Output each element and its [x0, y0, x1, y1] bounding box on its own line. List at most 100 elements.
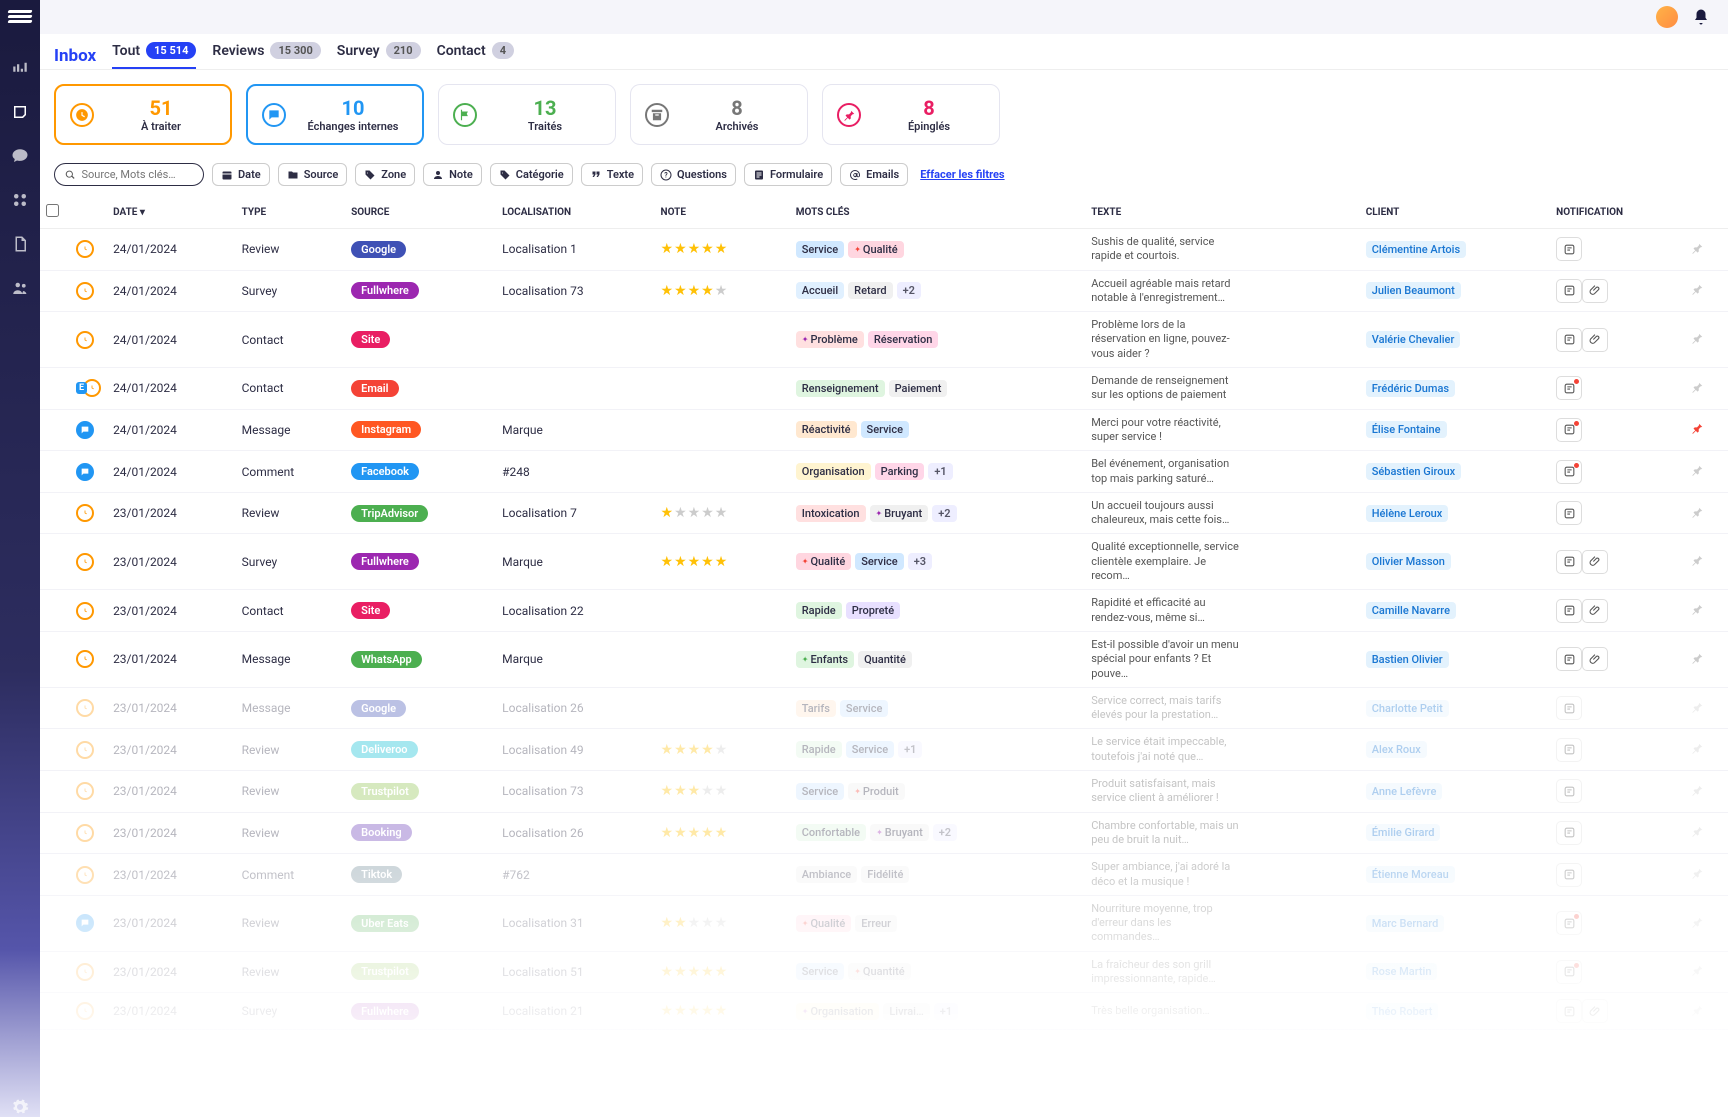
note-button[interactable]: [1556, 418, 1582, 442]
table-row[interactable]: 24/01/2024 Contact Site ✦ProblèmeRéserva…: [40, 312, 1728, 368]
note-button[interactable]: [1556, 328, 1582, 352]
more-tags[interactable]: +1: [928, 463, 952, 480]
note-button[interactable]: [1556, 960, 1582, 984]
keyword-tag[interactable]: Service: [796, 241, 844, 258]
filter-formulaire[interactable]: Formulaire: [744, 163, 832, 186]
keyword-tag[interactable]: Service: [796, 783, 844, 800]
column-header[interactable]: NOTE: [655, 196, 790, 229]
nav-chat-icon[interactable]: [10, 146, 30, 166]
note-button[interactable]: [1556, 279, 1582, 303]
filter-date[interactable]: Date: [212, 163, 270, 186]
client-chip[interactable]: Bastien Olivier: [1366, 651, 1449, 668]
client-chip[interactable]: Marc Bernard: [1366, 915, 1445, 932]
table-row[interactable]: E 24/01/2024 Contact Email Renseignement…: [40, 368, 1728, 410]
card-archivés[interactable]: 8Archivés: [630, 84, 808, 145]
client-chip[interactable]: Julien Beaumont: [1366, 282, 1461, 299]
pin-icon[interactable]: [1690, 963, 1704, 977]
filter-catégorie[interactable]: Catégorie: [490, 163, 573, 186]
keyword-tag[interactable]: Ambiance: [796, 866, 857, 883]
note-button[interactable]: [1556, 460, 1582, 484]
keyword-tag[interactable]: Tarifs: [796, 700, 836, 717]
source-pill[interactable]: Fullwhere: [351, 282, 419, 299]
source-pill[interactable]: TripAdvisor: [351, 505, 428, 522]
more-tags[interactable]: +2: [932, 505, 956, 522]
source-pill[interactable]: Fullwhere: [351, 1003, 419, 1020]
pin-icon[interactable]: [1690, 463, 1704, 477]
nav-users-icon[interactable]: [10, 278, 30, 298]
source-pill[interactable]: WhatsApp: [351, 651, 422, 668]
pin-icon[interactable]: [1690, 783, 1704, 797]
table-row[interactable]: 23/01/2024 Survey Fullwhere Marque ★★★★★…: [40, 534, 1728, 590]
tab-reviews[interactable]: Reviews15 300: [212, 42, 320, 69]
client-chip[interactable]: Rose Martin: [1366, 963, 1438, 980]
note-button[interactable]: [1556, 599, 1582, 623]
source-pill[interactable]: Trustpilot: [351, 963, 419, 980]
source-pill[interactable]: Booking: [351, 824, 412, 841]
source-pill[interactable]: Google: [351, 700, 406, 717]
search-input-wrapper[interactable]: [54, 163, 204, 186]
table-row[interactable]: 23/01/2024 Message WhatsApp Marque ✦Enfa…: [40, 631, 1728, 687]
keyword-tag[interactable]: Rapide: [796, 741, 842, 758]
keyword-tag[interactable]: Paiement: [889, 380, 948, 397]
keyword-tag[interactable]: ✦Produit: [848, 783, 905, 800]
keyword-tag[interactable]: Quantité: [858, 651, 912, 668]
keyword-tag[interactable]: ✦Organisation: [796, 1003, 880, 1020]
client-chip[interactable]: Sébastien Giroux: [1366, 463, 1461, 480]
attachment-button[interactable]: [1582, 279, 1608, 303]
column-header[interactable]: SOURCE: [345, 196, 496, 229]
pin-icon[interactable]: [1690, 700, 1704, 714]
client-chip[interactable]: Frédéric Dumas: [1366, 380, 1455, 397]
source-pill[interactable]: Facebook: [351, 463, 419, 480]
pin-icon[interactable]: [1690, 505, 1704, 519]
tab-contact[interactable]: Contact4: [437, 42, 514, 69]
note-button[interactable]: [1556, 696, 1582, 720]
more-tags[interactable]: +2: [933, 824, 957, 841]
column-header[interactable]: CLIENT: [1360, 196, 1550, 229]
keyword-tag[interactable]: Retard: [848, 282, 892, 299]
column-header[interactable]: NOTIFICATION: [1550, 196, 1684, 229]
client-chip[interactable]: Anne Lefèvre: [1366, 783, 1443, 800]
source-pill[interactable]: Site: [351, 331, 390, 348]
client-chip[interactable]: Valérie Chevalier: [1366, 331, 1461, 348]
keyword-tag[interactable]: Livrai…: [883, 1003, 929, 1020]
pin-icon[interactable]: [1690, 741, 1704, 755]
keyword-tag[interactable]: Rapide: [796, 602, 842, 619]
client-chip[interactable]: Étienne Moreau: [1366, 866, 1455, 883]
note-button[interactable]: [1556, 911, 1582, 935]
select-all-checkbox[interactable]: [46, 204, 59, 217]
note-button[interactable]: [1556, 999, 1582, 1023]
source-pill[interactable]: Deliveroo: [351, 741, 417, 758]
card-épinglés[interactable]: 8Épinglés: [822, 84, 1000, 145]
table-row[interactable]: 23/01/2024 Review Uber Eats Localisation…: [40, 895, 1728, 951]
tab-tout[interactable]: Tout15 514: [112, 42, 196, 69]
table-row[interactable]: 23/01/2024 Comment Tiktok #762 AmbianceF…: [40, 854, 1728, 896]
client-chip[interactable]: Théo Robert: [1366, 1003, 1439, 1020]
client-chip[interactable]: Élise Fontaine: [1366, 421, 1447, 438]
keyword-tag[interactable]: Organisation: [796, 463, 871, 480]
pin-icon[interactable]: [1690, 602, 1704, 616]
source-pill[interactable]: Tiktok: [351, 866, 402, 883]
column-header[interactable]: DATE ▾: [107, 196, 236, 229]
source-pill[interactable]: Google: [351, 241, 406, 258]
more-tags[interactable]: +2: [897, 282, 921, 299]
note-button[interactable]: [1556, 863, 1582, 887]
table-row[interactable]: 23/01/2024 Review Trustpilot Localisatio…: [40, 951, 1728, 993]
filter-note[interactable]: Note: [423, 163, 482, 186]
client-chip[interactable]: Émilie Girard: [1366, 824, 1441, 841]
keyword-tag[interactable]: Intoxication: [796, 505, 866, 522]
keyword-tag[interactable]: ✦Problème: [796, 331, 864, 348]
card-échanges-internes[interactable]: 10Échanges internes: [246, 84, 424, 145]
more-tags[interactable]: +1: [898, 741, 922, 758]
table-row[interactable]: 23/01/2024 Message Google Localisation 2…: [40, 687, 1728, 729]
note-button[interactable]: [1556, 501, 1582, 525]
keyword-tag[interactable]: Service: [796, 963, 844, 980]
attachment-button[interactable]: [1582, 647, 1608, 671]
keyword-tag[interactable]: Réservation: [868, 331, 939, 348]
note-button[interactable]: [1556, 237, 1582, 261]
attachment-button[interactable]: [1582, 328, 1608, 352]
attachment-button[interactable]: [1582, 999, 1608, 1023]
nav-inbox-icon[interactable]: [10, 102, 30, 122]
clear-filters-link[interactable]: Effacer les filtres: [920, 168, 1004, 181]
card-à-traiter[interactable]: 51À traiter: [54, 84, 232, 145]
avatar[interactable]: [1656, 6, 1678, 28]
